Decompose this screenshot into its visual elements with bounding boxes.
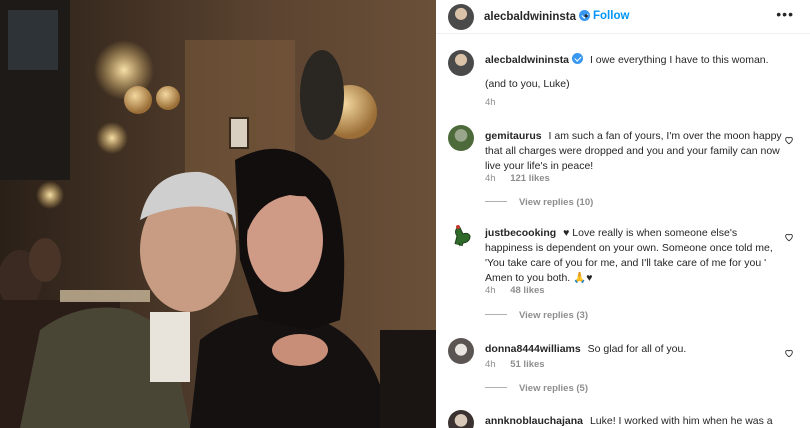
more-options-icon[interactable]: ••• — [776, 7, 794, 21]
view-replies-button[interactable]: View replies (5) — [485, 383, 588, 394]
view-replies-label[interactable]: View replies (10) — [519, 197, 593, 208]
view-replies-label[interactable]: View replies (3) — [519, 310, 588, 321]
heart-icon[interactable] — [784, 232, 794, 242]
follow-button[interactable]: Follow — [593, 10, 629, 22]
comment-text: justbecooking ♥ Love really is when some… — [485, 226, 785, 286]
view-replies-button[interactable]: View replies (10) — [485, 197, 593, 208]
post-header: alecbaldwininsta • Follow ••• — [436, 0, 810, 34]
comment-body: Luke! I worked with him when he was a — [589, 415, 773, 427]
view-replies-button[interactable]: View replies (3) — [485, 310, 588, 321]
caption-text: alecbaldwininsta I owe everything I have… — [485, 53, 785, 68]
verified-badge-icon — [572, 53, 584, 64]
comment-timestamp[interactable]: 4h — [485, 359, 496, 370]
author-username[interactable]: alecbaldwininsta — [484, 10, 591, 23]
heart-icon[interactable] — [784, 348, 794, 358]
author-username-text[interactable]: alecbaldwininsta — [484, 11, 576, 23]
comment-text: donna8444williams So glad for all of you… — [485, 342, 785, 357]
commenter-avatar[interactable] — [448, 125, 474, 151]
commenter-username[interactable]: gemitaurus — [485, 130, 542, 142]
comment-meta: 4h 121 likes — [485, 173, 562, 184]
commenter-username[interactable]: annknoblauchajana — [485, 415, 583, 427]
caption-line-1: I owe everything I have to this woman. — [589, 54, 769, 66]
caption-meta: 4h — [485, 97, 508, 108]
comment-timestamp[interactable]: 4h — [485, 173, 496, 184]
caption-author-avatar[interactable] — [448, 50, 474, 76]
comment-likes[interactable]: 51 likes — [510, 359, 544, 370]
comment-text: gemitaurus I am such a fan of yours, I'm… — [485, 129, 785, 174]
rooster-icon — [454, 225, 471, 247]
commenter-username[interactable]: justbecooking — [485, 227, 556, 239]
caption-username-text[interactable]: alecbaldwininsta — [485, 54, 569, 66]
comment-text: annknoblauchajana Luke! I worked with hi… — [485, 414, 785, 428]
post-side-panel: alecbaldwininsta • Follow ••• alecbaldwi… — [436, 0, 810, 428]
heart-icon[interactable] — [784, 135, 794, 145]
comment-likes[interactable]: 48 likes — [510, 285, 544, 296]
caption-line-2: (and to you, Luke) — [485, 78, 570, 90]
separator-dot: • — [584, 9, 589, 23]
comment-body: So glad for all of you. — [587, 343, 687, 355]
comment-meta: 4h 51 likes — [485, 359, 557, 370]
commenter-avatar[interactable] — [448, 222, 474, 248]
comment-timestamp[interactable]: 4h — [485, 285, 496, 296]
view-replies-label[interactable]: View replies (5) — [519, 383, 588, 394]
commenter-avatar[interactable] — [448, 338, 474, 364]
comment-likes[interactable]: 121 likes — [510, 173, 550, 184]
post-photo — [0, 0, 436, 428]
author-avatar[interactable] — [448, 4, 474, 30]
caption-username[interactable]: alecbaldwininsta — [485, 53, 584, 66]
caption-timestamp[interactable]: 4h — [485, 97, 496, 108]
commenter-username[interactable]: donna8444williams — [485, 343, 581, 355]
commenter-avatar[interactable] — [448, 410, 474, 428]
photo-illustration — [0, 0, 436, 428]
comment-meta: 4h 48 likes — [485, 285, 557, 296]
